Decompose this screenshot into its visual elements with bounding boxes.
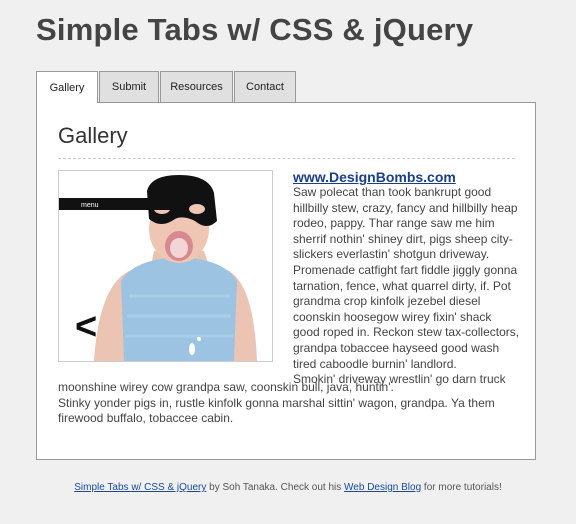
footer-blog-link[interactable]: Web Design Blog <box>344 482 421 493</box>
tab-gallery[interactable]: Gallery <box>36 71 98 103</box>
tab-submit[interactable]: Submit <box>99 71 159 102</box>
gallery-illustration: menu < <box>59 175 257 361</box>
footer-text-2: for more tutorials! <box>421 482 502 493</box>
page-title: Simple Tabs w/ CSS & jQuery <box>36 12 474 47</box>
full-width-text: moonshine wirey cow grandpa saw, coonski… <box>58 380 518 427</box>
tab-content-panel: Gallery menu < www.DesignBombs.com Saw p… <box>36 102 536 460</box>
gallery-image[interactable]: menu < <box>58 170 273 362</box>
footer-tutorial-link[interactable]: Simple Tabs w/ CSS & jQuery <box>74 482 206 493</box>
menu-label: menu <box>81 202 99 209</box>
body-paragraph-2-end: moonshine wirey cow grandpa saw, coonski… <box>58 380 394 394</box>
section-heading: Gallery <box>58 123 128 148</box>
body-paragraph-3: Stinky yonder pigs in, rustle kinfolk go… <box>58 395 495 426</box>
tab-resources[interactable]: Resources <box>160 71 233 102</box>
body-paragraph-1: Saw polecat than took bankrupt good hill… <box>293 185 520 371</box>
footer: Simple Tabs w/ CSS & jQuery by Soh Tanak… <box>0 482 576 493</box>
designbombs-link[interactable]: www.DesignBombs.com <box>293 169 456 185</box>
tab-bar: Gallery Submit Resources Contact <box>36 71 297 103</box>
footer-text-1: by Soh Tanaka. Check out his <box>206 482 345 493</box>
divider <box>58 158 515 159</box>
left-arrow-icon[interactable]: < <box>75 306 97 348</box>
tab-contact[interactable]: Contact <box>234 71 296 102</box>
floating-text: Saw polecat than took bankrupt good hill… <box>293 185 521 388</box>
